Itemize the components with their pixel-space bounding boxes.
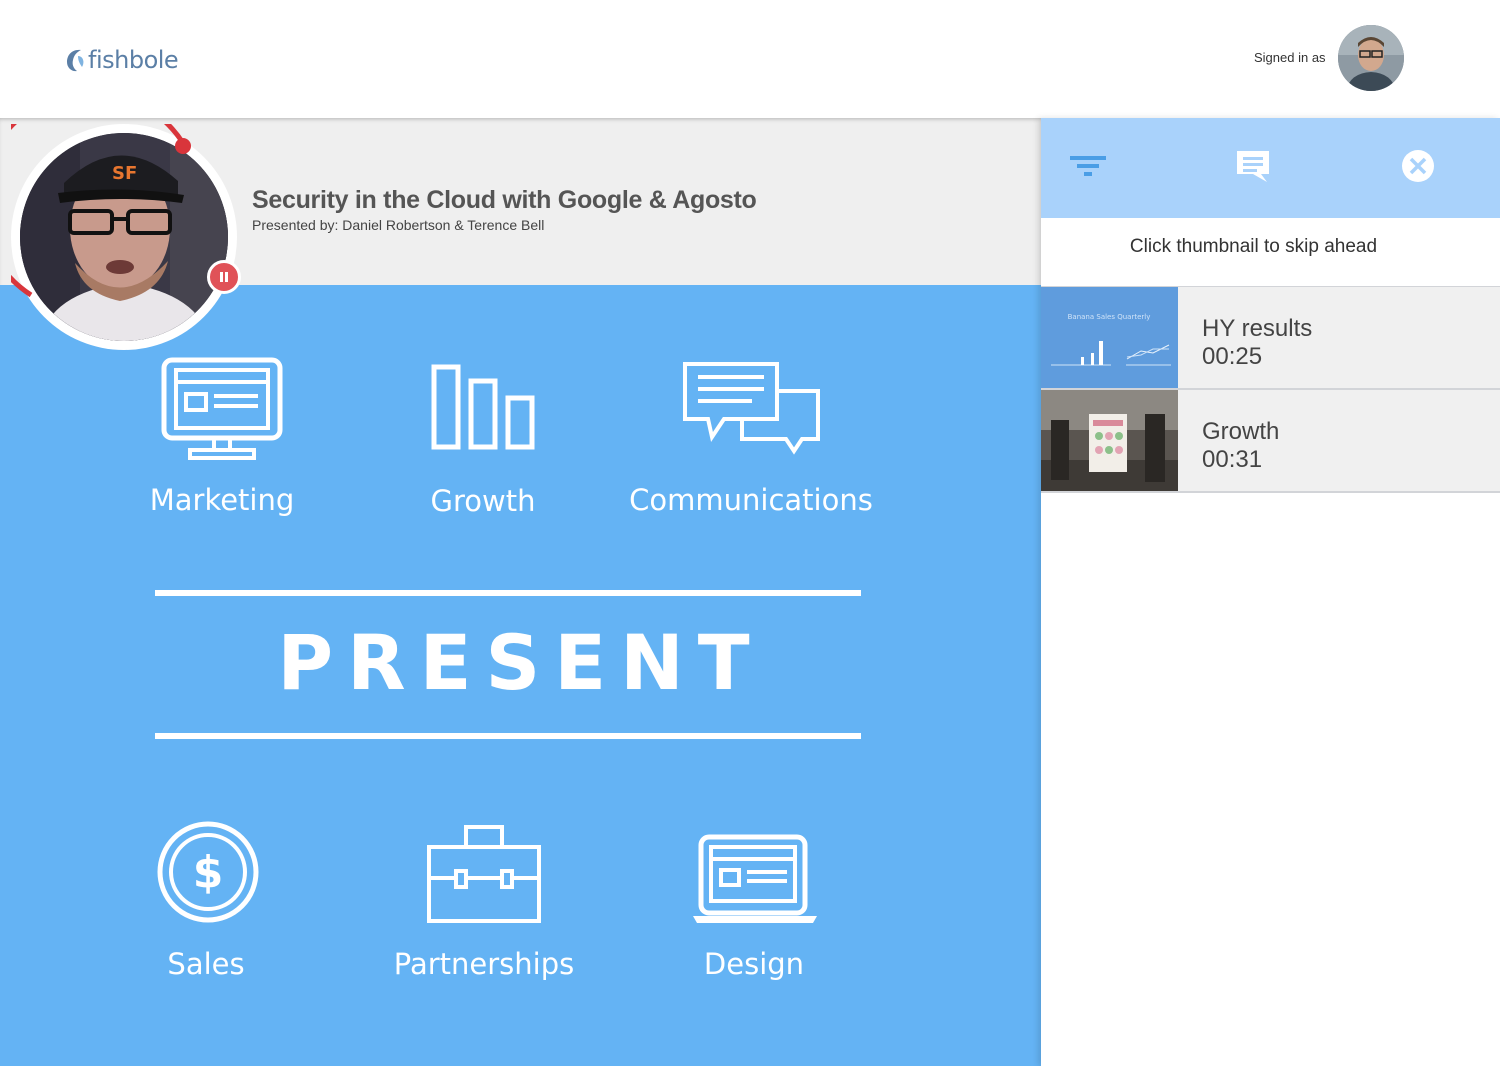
presenter-webcam-image: SF: [20, 133, 228, 341]
session-title: Security in the Cloud with Google & Agos…: [252, 186, 757, 214]
comments-button[interactable]: [1233, 146, 1273, 186]
skip-ahead-hint: Click thumbnail to skip ahead: [1129, 236, 1378, 257]
laptop-icon: [693, 834, 817, 923]
chapter-title: Growth: [1202, 418, 1280, 445]
signed-in-label: Signed in as: [1254, 50, 1326, 65]
slide-rule-top: [155, 590, 861, 596]
logo-text: fishbole: [88, 46, 179, 74]
briefcase-icon: [427, 825, 541, 923]
user-avatar[interactable]: [1338, 25, 1404, 91]
svg-text:SF: SF: [112, 163, 137, 184]
chapters-sidebar: Click thumbnail to skip ahead Banana Sal…: [1041, 118, 1500, 1066]
chapter-time: 00:31: [1202, 446, 1263, 473]
chapter-item[interactable]: Growth 00:31: [1041, 389, 1500, 493]
chapter-thumbnail[interactable]: Banana Sales Quarterly: [1041, 287, 1178, 388]
top-header: fishbole Signed in as: [0, 0, 1500, 118]
chapter-thumbnail-image: [1041, 390, 1178, 491]
slide-heading: PRESENT: [277, 618, 764, 707]
filter-button[interactable]: [1068, 146, 1108, 186]
close-sidebar-button[interactable]: [1398, 146, 1438, 186]
thumb-caption: Banana Sales Quarterly: [1068, 313, 1151, 321]
comment-icon: [1237, 151, 1269, 182]
chapter-title: HY results: [1202, 315, 1313, 342]
chapter-item[interactable]: Banana Sales Quarterly HY results 00:25: [1041, 286, 1500, 390]
slide-rule-bottom: [155, 733, 861, 739]
close-circle-icon: [1402, 150, 1434, 182]
user-photo: [1338, 25, 1404, 91]
slide-label-partnerships: Partnerships: [393, 947, 575, 981]
slide-label-marketing: Marketing: [149, 483, 295, 517]
slide-label-growth: Growth: [430, 484, 536, 518]
presenter-webcam: SF: [20, 133, 228, 341]
pause-icon: [220, 272, 228, 282]
bar-chart-icon: [431, 364, 535, 450]
pause-button[interactable]: [207, 260, 241, 294]
presentation-area: Security in the Cloud with Google & Agos…: [0, 118, 1041, 1066]
chapter-thumbnail[interactable]: [1041, 390, 1178, 491]
slide-label-design: Design: [703, 947, 805, 981]
monitor-icon: [161, 357, 283, 460]
fishbole-logo-icon: [67, 49, 84, 72]
session-presenters: Presented by: Daniel Robertson & Terence…: [252, 217, 545, 233]
filter-icon: [1070, 156, 1106, 176]
sidebar-toolbar: [1041, 118, 1500, 218]
slide-label-sales: Sales: [167, 947, 245, 981]
chapter-time: 00:25: [1202, 343, 1263, 370]
recording-indicator: [175, 138, 191, 154]
svg-text:$: $: [193, 847, 224, 898]
chapter-thumbnail-image: Banana Sales Quarterly: [1041, 287, 1178, 388]
slide-label-communications: Communications: [629, 483, 873, 517]
fishbole-logo[interactable]: fishbole: [64, 42, 179, 78]
chat-bubbles-icon: [683, 362, 820, 455]
dollar-coin-icon: $: [157, 821, 259, 923]
presenter-video[interactable]: SF: [11, 124, 241, 350]
